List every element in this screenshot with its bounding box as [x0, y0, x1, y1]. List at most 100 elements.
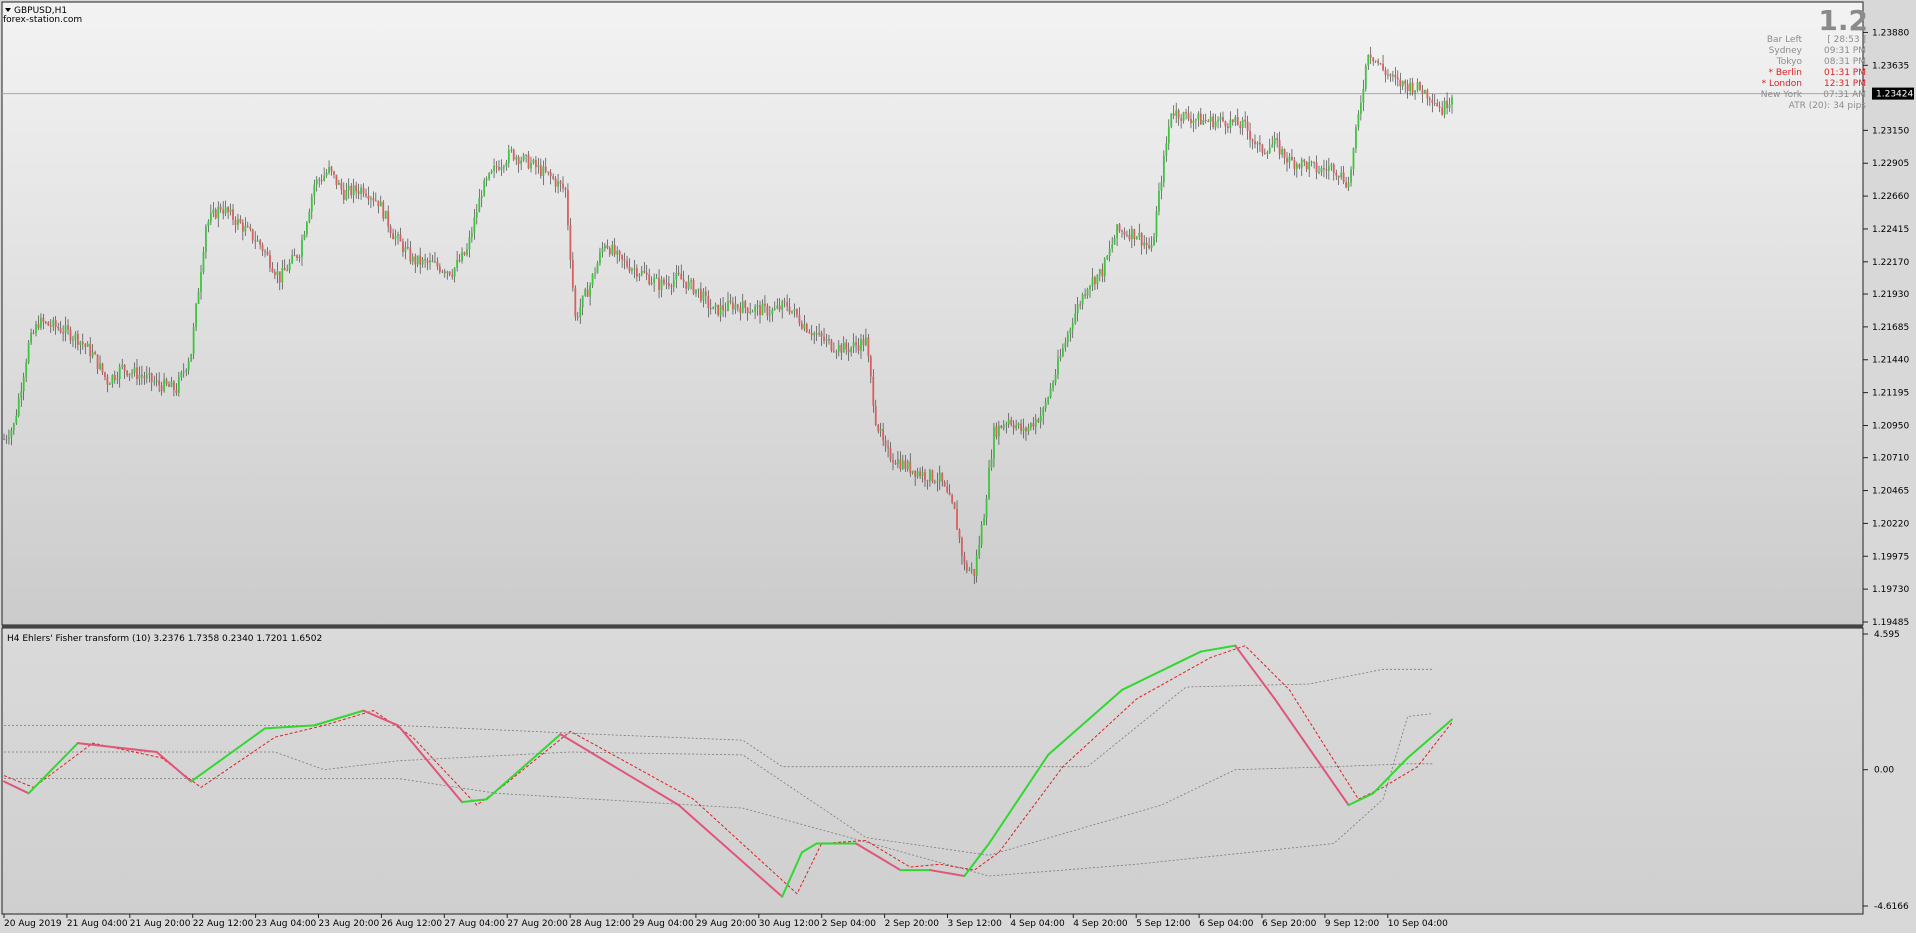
candle-body [764, 303, 766, 306]
candle-body [1364, 65, 1367, 89]
candle-body [1022, 427, 1025, 431]
candle-body [293, 255, 296, 257]
candle-body [1310, 161, 1313, 163]
candle-body [938, 472, 941, 482]
candle-body [1044, 402, 1047, 409]
candle-body [1029, 423, 1032, 428]
candle-body [963, 556, 966, 564]
candle-body [1268, 147, 1271, 153]
price-axis-label: 1.22170 [1872, 258, 1909, 268]
candle-body [1431, 100, 1434, 103]
candle-body [1222, 117, 1224, 122]
candle-body [1062, 348, 1064, 357]
candle-body [1325, 169, 1328, 171]
candle-body [1103, 258, 1106, 277]
candle-body [761, 303, 764, 316]
time-axis-label: 22 Aug 12:00 [193, 919, 254, 929]
candle-body [392, 233, 394, 240]
candle-body [143, 376, 146, 379]
candle-body [1145, 242, 1148, 246]
candle-body [702, 291, 705, 301]
candle-body [554, 178, 557, 187]
candle-body [74, 333, 77, 340]
candle-body [872, 376, 875, 406]
candle-body [897, 459, 899, 465]
candle-body [244, 225, 247, 232]
candle-body [269, 254, 271, 268]
candle-body [503, 166, 505, 168]
candle-body [1428, 98, 1431, 101]
candle-body [1025, 427, 1027, 432]
candle-body [315, 179, 318, 185]
candle-body [259, 240, 262, 245]
candle-body [288, 262, 291, 271]
candle-body [1286, 157, 1288, 163]
candle-body [746, 307, 749, 314]
candle-body [1219, 117, 1222, 120]
candle-body [857, 345, 860, 351]
time-axis-label: 29 Aug 20:00 [696, 919, 757, 929]
candle-body [943, 482, 946, 487]
candle-body [1320, 167, 1323, 173]
candle-body [584, 289, 587, 296]
price-axis-label: 1.21440 [1872, 356, 1909, 366]
candle-body [1010, 419, 1013, 425]
candle-body [22, 376, 25, 392]
candle-body [1448, 104, 1451, 109]
candle-body [133, 367, 136, 373]
atr-readout: ATR (20): 34 pips [1789, 101, 1867, 111]
candle-body [727, 300, 729, 311]
candle-body [594, 273, 596, 275]
candle-body [1197, 113, 1200, 120]
candle-body [1389, 74, 1392, 77]
candle-body [1064, 342, 1067, 349]
candle-body [1135, 236, 1138, 240]
candle-body [532, 159, 535, 163]
candle-body [118, 366, 121, 379]
candle-body [505, 162, 508, 167]
pane-separator[interactable] [2, 625, 1863, 628]
candle-body [1251, 139, 1254, 142]
candle-body [419, 255, 422, 265]
candle-body [909, 461, 912, 473]
time-axis-label: 5 Sep 12:00 [1136, 919, 1191, 929]
candle-body [1116, 224, 1118, 239]
candle-body [1212, 116, 1215, 128]
candle-body [342, 189, 345, 200]
candle-body [535, 159, 537, 168]
indicator-axis-label: 4.595 [1874, 630, 1900, 640]
candle-body [1091, 277, 1094, 287]
candle-body [714, 304, 717, 307]
candle-body [347, 185, 350, 191]
candle-body [5, 438, 8, 440]
candle-body [448, 271, 451, 275]
candle-body [160, 385, 163, 392]
time-axis[interactable]: 20 Aug 2019 21 Aug 04:00 21 Aug 20:00 22 Au… [3, 914, 1448, 929]
candle-body [564, 188, 567, 190]
candle-body [1396, 77, 1399, 80]
candle-body [1049, 388, 1052, 398]
candle-body [44, 322, 47, 324]
candle-body [1227, 126, 1229, 128]
candle-body [1032, 423, 1035, 427]
candle-body [397, 234, 399, 237]
time-axis-label: 4 Sep 20:00 [1073, 919, 1128, 929]
session-label: Tokyo [1776, 57, 1803, 67]
candle-body [128, 373, 131, 376]
time-axis-label: 26 Aug 12:00 [381, 919, 442, 929]
candle-body [882, 429, 885, 441]
indicator-axis[interactable]: 4.595 0.00 -4.6166 [1863, 630, 1909, 912]
candle-body [1367, 54, 1370, 66]
candle-body [724, 310, 727, 312]
time-axis-label: 6 Sep 20:00 [1262, 919, 1317, 929]
candle-body [453, 267, 456, 277]
candle-body [1359, 103, 1362, 114]
price-axis[interactable]: 1.23880 1.23635 1.23150 1.22905 1.22660 1.224… [1863, 28, 1909, 628]
chart-canvas[interactable]: GBPUSD,H1 forex-station.com 1.2 Bar Left… [0, 0, 1916, 933]
candle-body [586, 289, 589, 297]
candle-body [788, 306, 791, 313]
candle-body [256, 240, 259, 242]
candle-body [335, 174, 338, 185]
candle-body [736, 304, 739, 308]
candle-body [719, 305, 722, 316]
